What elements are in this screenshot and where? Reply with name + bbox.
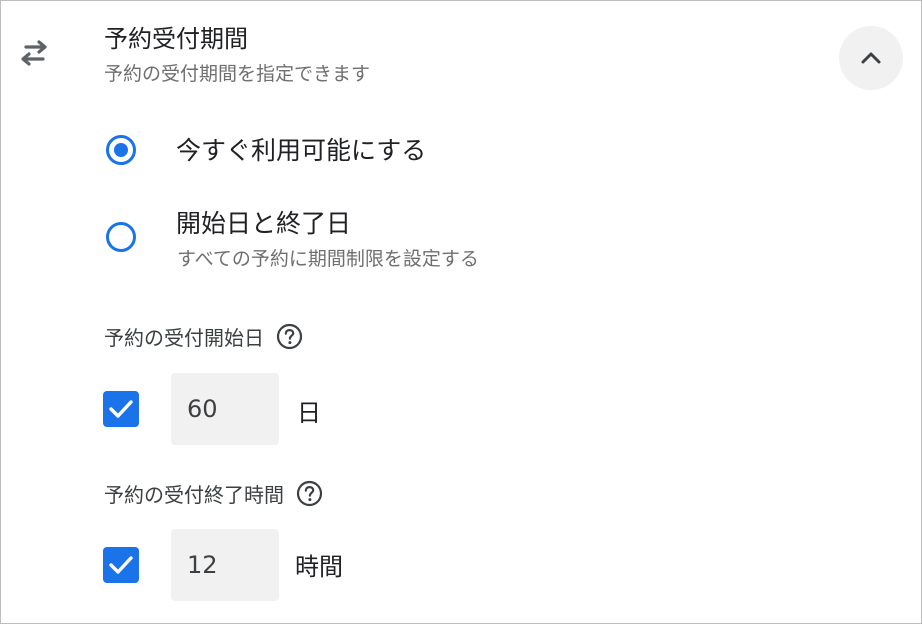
help-icon[interactable] <box>296 480 323 507</box>
start-date-checkbox[interactable] <box>103 391 139 427</box>
option-available-now-label: 今すぐ利用可能にする <box>176 136 427 165</box>
collapse-button[interactable] <box>839 26 903 90</box>
option-start-end-label: 開始日と終了日 <box>176 209 352 238</box>
option-start-end-description: すべての予約に期間制限を設定する <box>177 248 479 270</box>
start-date-label: 予約の受付開始日 <box>104 326 264 350</box>
check-icon <box>109 400 133 418</box>
section-title: 予約受付期間 <box>104 25 248 53</box>
start-days-unit: 日 <box>297 399 321 427</box>
start-days-input[interactable] <box>171 373 279 445</box>
help-icon[interactable] <box>276 323 303 350</box>
end-time-label: 予約の受付終了時間 <box>104 483 284 507</box>
radio-available-now[interactable] <box>106 135 136 165</box>
radio-start-end-dates[interactable] <box>106 222 136 252</box>
chevron-up-icon <box>861 52 881 64</box>
booking-window-panel: 予約受付期間 予約の受付期間を指定できます 今すぐ利用可能にする 開始日と終了日… <box>0 0 922 624</box>
end-time-checkbox[interactable] <box>103 547 139 583</box>
check-icon <box>109 556 133 574</box>
end-hours-input[interactable] <box>171 529 279 601</box>
start-date-label-row: 予約の受付開始日 <box>104 322 303 351</box>
swap-horiz-icon <box>21 40 47 66</box>
section-subtitle: 予約の受付期間を指定できます <box>104 63 371 85</box>
end-hours-unit: 時間 <box>295 553 343 581</box>
end-time-label-row: 予約の受付終了時間 <box>104 479 323 508</box>
